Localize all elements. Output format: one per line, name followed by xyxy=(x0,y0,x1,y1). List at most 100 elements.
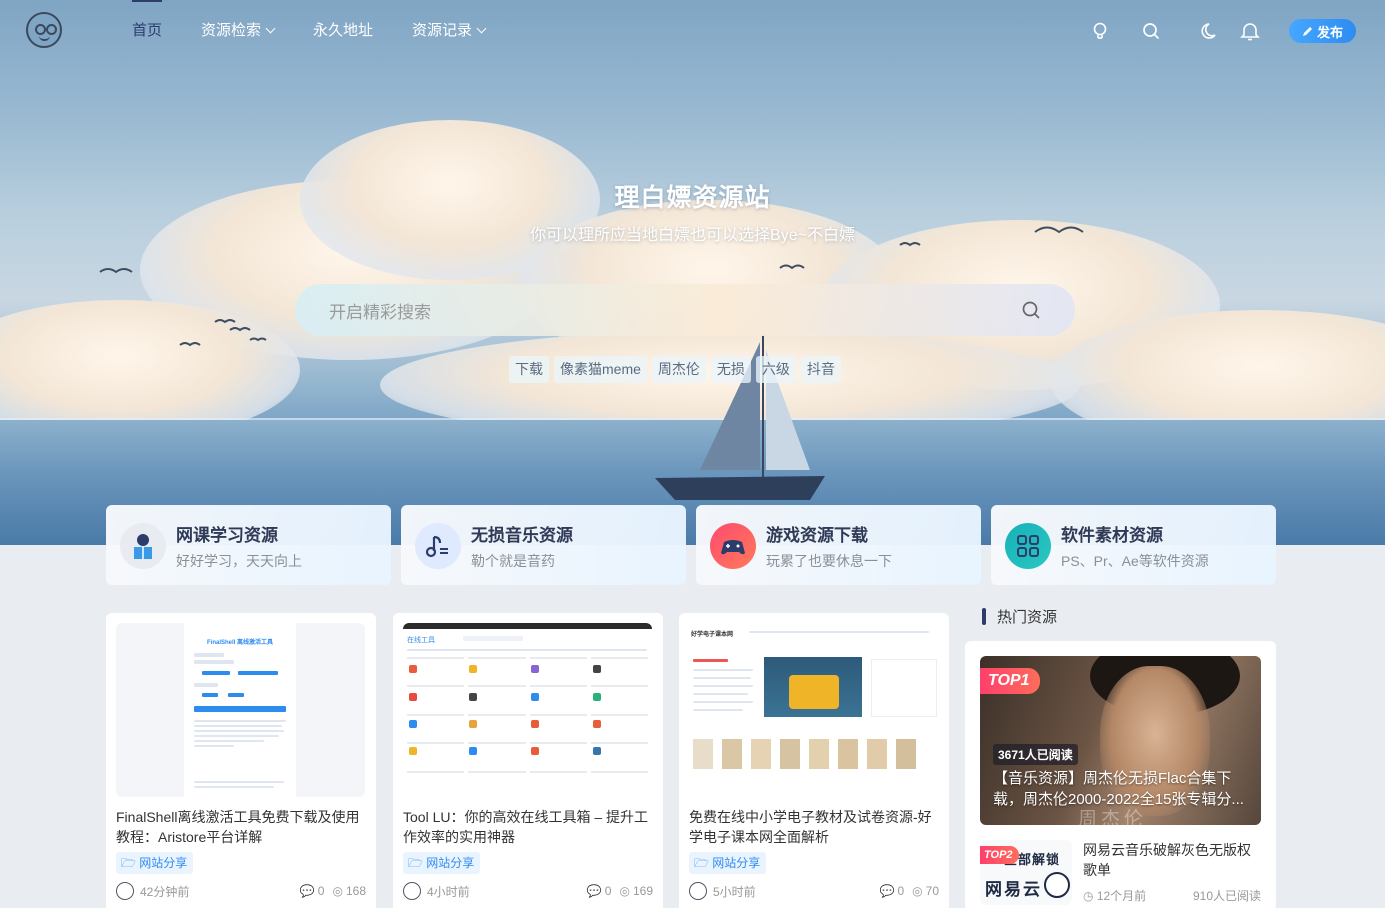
category-desc: PS、Pr、Ae等软件资源 xyxy=(1061,553,1209,569)
search-icon[interactable] xyxy=(1021,300,1041,320)
category-title: 游戏资源下载 xyxy=(766,526,868,545)
post-time: 5小时前 xyxy=(713,884,756,899)
nav-label: 资源记录 xyxy=(412,22,473,39)
view-count-value: 169 xyxy=(632,884,653,898)
post-meta: 5小时前 💬 0 ◎ 70 xyxy=(689,881,939,901)
nav-item-home[interactable]: 首页 xyxy=(122,0,172,62)
eye-icon: ◎ xyxy=(912,884,923,898)
post-category-tag[interactable]: 🗁 网站分享 xyxy=(403,852,481,874)
lightbulb-icon[interactable] xyxy=(1089,20,1111,42)
gamepad-icon xyxy=(710,523,756,569)
post-thumbnail[interactable]: FinalShell 离线激活工具 xyxy=(116,623,365,797)
hot-tag[interactable]: 周杰伦 xyxy=(651,356,706,383)
post-thumbnail[interactable]: 全部解锁 网易云 TOP2 xyxy=(980,840,1072,905)
avatar[interactable] xyxy=(689,882,707,900)
hot-tag[interactable]: 下载 xyxy=(509,356,549,383)
post-time: 42分钟前 xyxy=(140,884,190,899)
thumbnail-title: 在线工具 xyxy=(407,637,435,644)
hot-tag[interactable]: 无损 xyxy=(710,356,751,383)
category-card-software[interactable]: 软件素材资源 PS、Pr、Ae等软件资源 xyxy=(991,505,1276,585)
bell-icon[interactable] xyxy=(1239,20,1261,42)
read-count: 910人已阅读 xyxy=(1192,889,1261,903)
publish-label: 发布 xyxy=(1316,24,1343,40)
hot-resources-panel: TOP1 3671人已阅读 【音乐资源】周杰伦无损Flac合集下载，周杰伦200… xyxy=(965,641,1276,908)
nav-label: 首页 xyxy=(132,22,163,39)
search-placeholder: 开启精彩搜索 xyxy=(329,302,431,322)
top1-featured-post[interactable]: TOP1 3671人已阅读 【音乐资源】周杰伦无损Flac合集下载，周杰伦200… xyxy=(980,656,1261,825)
category-card-games[interactable]: 游戏资源下载 玩累了也要休息一下 xyxy=(696,505,981,585)
category-desc: 玩累了也要休息一下 xyxy=(766,553,892,569)
thumbnail-document: FinalShell 离线激活工具 xyxy=(184,623,296,797)
top2-post[interactable]: 全部解锁 网易云 TOP2 网易云音乐破解灰色无版权歌单 ◷ 12个月前 910… xyxy=(980,840,1261,908)
chevron-down-icon xyxy=(265,23,276,34)
top-header: 首页 资源检索 永久地址 资源记录 发布 xyxy=(0,0,1385,62)
avatar[interactable] xyxy=(403,882,421,900)
hot-search-tags: 下载 像素猫meme 周杰伦 无损 六级 抖音 xyxy=(509,356,841,383)
view-count: ◎ 168 xyxy=(332,884,366,898)
rank-badge: TOP1 xyxy=(980,668,1040,694)
view-count-value: 168 xyxy=(345,884,366,898)
comment-count-value: 0 xyxy=(897,884,905,898)
comment-count-value: 0 xyxy=(317,884,325,898)
thumbnail-title: 好学电子课本网 xyxy=(691,632,734,638)
site-title: 理白嫖资源站 xyxy=(614,184,771,212)
heading-label: 热门资源 xyxy=(997,609,1058,626)
rank-badge: TOP2 xyxy=(980,846,1019,864)
comment-count-value: 0 xyxy=(604,884,612,898)
folder-icon: 🗁 xyxy=(408,856,427,870)
nav-item-permanent-address[interactable]: 永久地址 xyxy=(303,0,383,62)
post-category-tag[interactable]: 🗁 网站分享 xyxy=(689,852,767,874)
hot-tag[interactable]: 抖音 xyxy=(800,356,841,383)
chevron-down-icon xyxy=(476,23,487,34)
post-time: ◷ 12个月前 xyxy=(1083,887,1146,904)
hot-tag[interactable]: 像素猫meme xyxy=(554,356,647,383)
category-label: 网站分享 xyxy=(426,856,475,870)
post-thumbnail[interactable]: 在线工具 xyxy=(403,623,652,797)
nav-item-resource-search[interactable]: 资源检索 xyxy=(191,0,284,62)
post-title[interactable]: FinalShell离线激活工具免费下载及使用教程：Aristore平台详解 xyxy=(116,807,368,847)
search-icon[interactable] xyxy=(1140,20,1162,42)
post-thumbnail[interactable]: 好学电子课本网 xyxy=(689,623,938,797)
site-logo[interactable] xyxy=(26,12,62,48)
nav-label: 永久地址 xyxy=(313,22,374,39)
comment-icon: 💬 xyxy=(879,884,895,898)
folder-icon: 🗁 xyxy=(121,856,140,870)
post-time: 4小时前 xyxy=(427,884,470,899)
avatar[interactable] xyxy=(116,882,134,900)
post-meta: ◷ 12个月前 910人已阅读 xyxy=(1083,887,1261,904)
view-count: ◎ 169 xyxy=(619,884,653,898)
post-meta: 4小时前 💬 0 ◎ 169 xyxy=(403,881,653,901)
time-value: 12个月前 xyxy=(1096,889,1147,903)
book-reader-icon xyxy=(120,523,166,569)
view-count: ◎ 70 xyxy=(912,884,939,898)
category-desc: 好好学习，天天向上 xyxy=(176,553,302,569)
category-title: 网课学习资源 xyxy=(176,526,278,545)
music-note-icon xyxy=(415,523,461,569)
heading-marker xyxy=(982,608,986,625)
post-title[interactable]: Tool LU：你的高效在线工具箱 – 提升工作效率的实用神器 xyxy=(403,807,655,847)
category-title: 软件素材资源 xyxy=(1061,526,1163,545)
comment-icon: 💬 xyxy=(299,884,315,898)
publish-button[interactable]: 发布 xyxy=(1289,19,1356,43)
post-card[interactable]: 好学电子课本网 免费在线中小学电子教材及试卷资源-好学电子课本网全面解析 🗁 网… xyxy=(679,613,949,908)
post-card[interactable]: FinalShell 离线激活工具 FinalShell离线激活工具免费下载及使… xyxy=(106,613,376,908)
post-category-tag[interactable]: 🗁 网站分享 xyxy=(116,852,194,874)
category-label: 网站分享 xyxy=(712,856,761,870)
thumbnail-text: 网易云 xyxy=(985,880,1042,899)
hot-tag[interactable]: 六级 xyxy=(755,356,796,383)
post-card[interactable]: 在线工具 Tool LU：你的高效在线工具箱 – 提升工作效率的实用神器 🗁 网… xyxy=(393,613,663,908)
category-card-music[interactable]: 无损音乐资源 勒个就是音药 xyxy=(401,505,686,585)
thumbnail-title: FinalShell 离线激活工具 xyxy=(206,640,273,646)
eye-icon: ◎ xyxy=(619,884,630,898)
category-card-courses[interactable]: 网课学习资源 好好学习，天天向上 xyxy=(106,505,391,585)
moon-icon[interactable] xyxy=(1200,20,1222,42)
eye-icon: ◎ xyxy=(332,884,343,898)
comment-count: 💬 0 xyxy=(587,884,612,898)
clock-icon: ◷ xyxy=(1083,889,1097,903)
comment-count: 💬 0 xyxy=(300,884,325,898)
post-title[interactable]: 免费在线中小学电子教材及试卷资源-好学电子课本网全面解析 xyxy=(689,807,941,847)
nav-item-resource-records[interactable]: 资源记录 xyxy=(402,0,495,62)
hero-search-input[interactable]: 开启精彩搜索 xyxy=(295,284,1075,336)
post-title[interactable]: 网易云音乐破解灰色无版权歌单 xyxy=(1083,840,1261,880)
category-label: 网站分享 xyxy=(139,856,188,870)
